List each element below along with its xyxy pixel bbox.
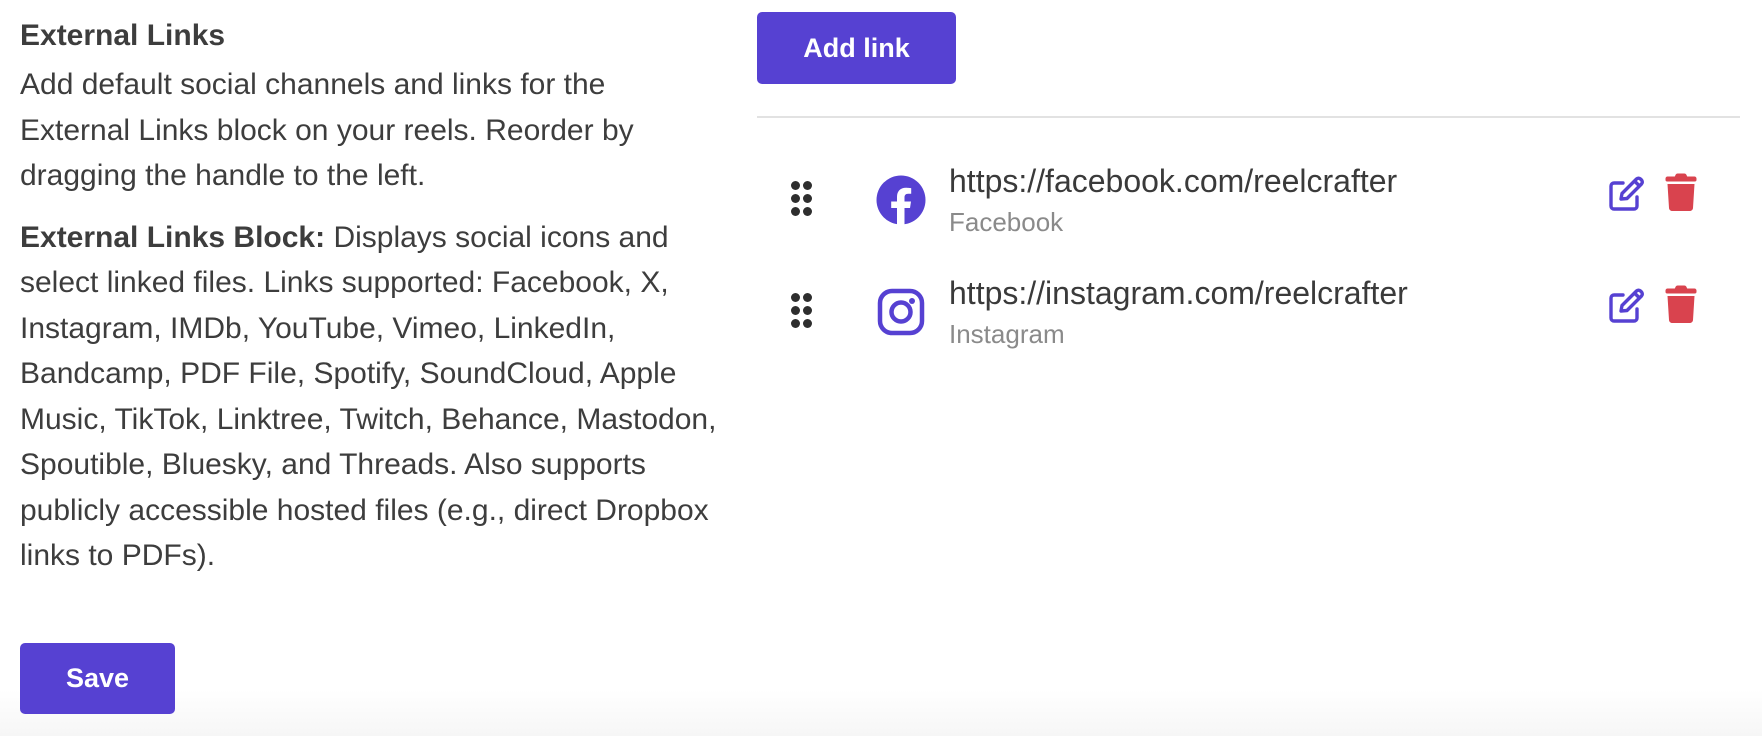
drag-handle-icon[interactable]	[791, 293, 813, 329]
link-item-facebook: https://facebook.com/reelcrafter Faceboo…	[757, 153, 1740, 243]
link-name: Facebook	[949, 207, 1064, 237]
save-button[interactable]: Save	[20, 643, 175, 714]
facebook-icon	[876, 175, 926, 225]
drag-handle-icon[interactable]	[791, 181, 813, 217]
divider	[757, 116, 1740, 118]
trash-icon[interactable]	[1665, 285, 1697, 323]
block-description: External Links Block: Displays social ic…	[20, 215, 720, 579]
external-links-info: External Links Add default social channe…	[20, 14, 720, 579]
edit-icon[interactable]	[1607, 287, 1645, 325]
instagram-icon	[877, 288, 925, 336]
section-title: External Links	[20, 19, 226, 52]
block-label: External Links Block:	[20, 220, 326, 254]
edit-icon[interactable]	[1607, 175, 1645, 213]
link-item-instagram: https://instagram.com/reelcrafter Instag…	[757, 265, 1740, 355]
trash-icon[interactable]	[1665, 173, 1697, 211]
add-link-button[interactable]: Add link	[757, 12, 956, 84]
link-url: https://facebook.com/reelcrafter	[949, 163, 1398, 199]
link-url: https://instagram.com/reelcrafter	[949, 275, 1408, 311]
section-description: Add default social channels and links fo…	[20, 68, 634, 192]
block-description-text: Displays social icons and select linked …	[20, 220, 717, 573]
link-name: Instagram	[949, 319, 1065, 349]
